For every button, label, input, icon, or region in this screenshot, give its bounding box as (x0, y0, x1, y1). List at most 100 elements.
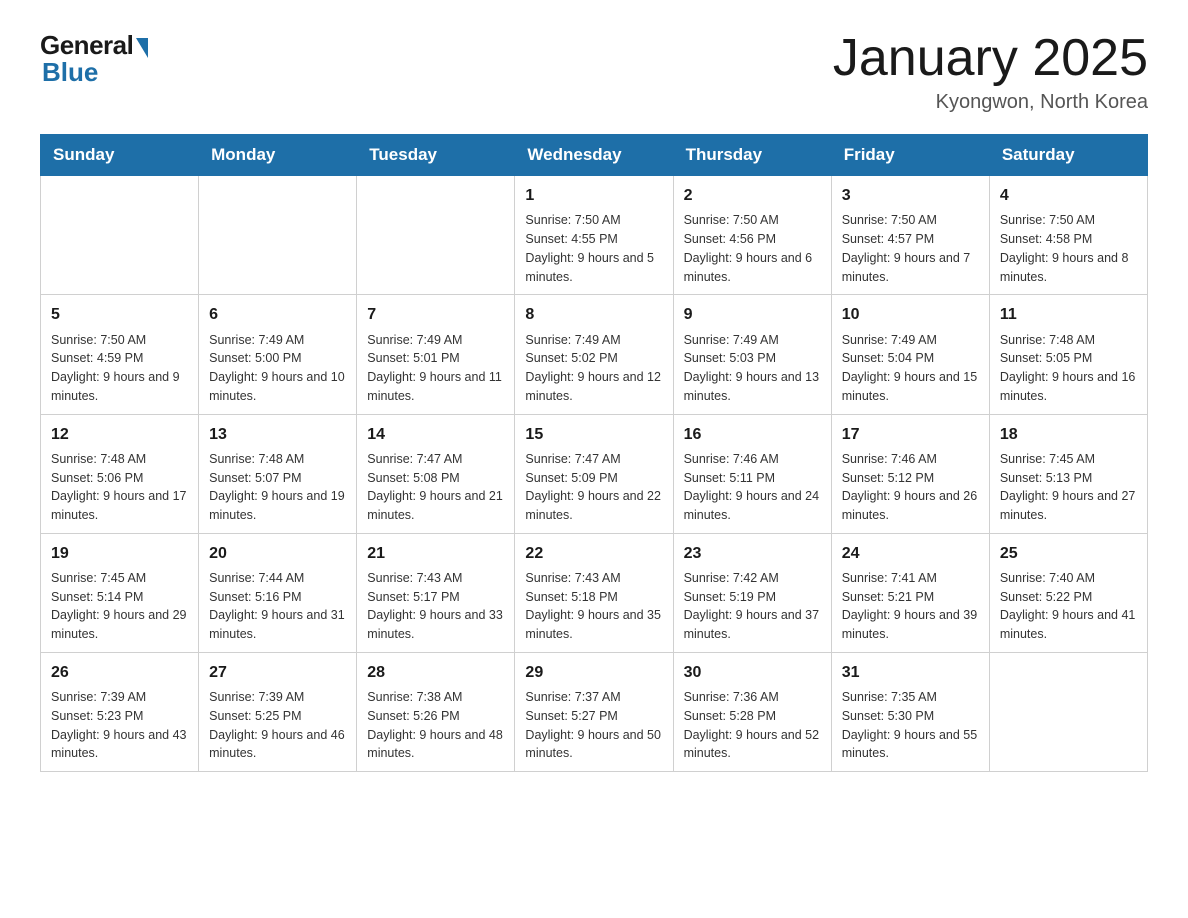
calendar-cell: 10 Sunrise: 7:49 AM Sunset: 5:04 PM Dayli… (831, 295, 989, 414)
logo: General Blue (40, 30, 148, 88)
calendar-cell (989, 652, 1147, 771)
logo-blue-text: Blue (42, 57, 98, 88)
day-info: Sunrise: 7:50 AM Sunset: 4:57 PM Dayligh… (842, 211, 979, 286)
day-info: Sunrise: 7:43 AM Sunset: 5:18 PM Dayligh… (525, 569, 662, 644)
calendar-cell (41, 176, 199, 295)
day-info: Sunrise: 7:47 AM Sunset: 5:09 PM Dayligh… (525, 450, 662, 525)
calendar-week-row: 26 Sunrise: 7:39 AM Sunset: 5:23 PM Dayli… (41, 652, 1148, 771)
calendar-week-row: 5Sunrise: 7:50 AM Sunset: 4:59 PM Daylig… (41, 295, 1148, 414)
calendar-header-row: SundayMondayTuesdayWednesdayThursdayFrid… (41, 135, 1148, 176)
calendar-header-wednesday: Wednesday (515, 135, 673, 176)
day-info: Sunrise: 7:50 AM Sunset: 4:55 PM Dayligh… (525, 211, 662, 286)
calendar-cell: 2 Sunrise: 7:50 AM Sunset: 4:56 PM Daylig… (673, 176, 831, 295)
page-header: General Blue January 2025 Kyongwon, Nort… (40, 30, 1148, 114)
day-number: 22 (525, 542, 662, 565)
day-info: Sunrise: 7:35 AM Sunset: 5:30 PM Dayligh… (842, 688, 979, 763)
day-info: Sunrise: 7:47 AM Sunset: 5:08 PM Dayligh… (367, 450, 504, 525)
day-info: Sunrise: 7:46 AM Sunset: 5:12 PM Dayligh… (842, 450, 979, 525)
calendar-header-thursday: Thursday (673, 135, 831, 176)
day-info: Sunrise: 7:49 AM Sunset: 5:04 PM Dayligh… (842, 331, 979, 406)
calendar-cell: 16 Sunrise: 7:46 AM Sunset: 5:11 PM Dayli… (673, 414, 831, 533)
calendar-header-sunday: Sunday (41, 135, 199, 176)
calendar-cell: 13 Sunrise: 7:48 AM Sunset: 5:07 PM Dayli… (199, 414, 357, 533)
day-info: Sunrise: 7:37 AM Sunset: 5:27 PM Dayligh… (525, 688, 662, 763)
day-number: 13 (209, 423, 346, 446)
day-info: Sunrise: 7:50 AM Sunset: 4:56 PM Dayligh… (684, 211, 821, 286)
day-number: 18 (1000, 423, 1137, 446)
day-info: Sunrise: 7:49 AM Sunset: 5:03 PM Dayligh… (684, 331, 821, 406)
location: Kyongwon, North Korea (833, 91, 1148, 114)
day-number: 21 (367, 542, 504, 565)
day-number: 2 (684, 184, 821, 207)
calendar-header-saturday: Saturday (989, 135, 1147, 176)
day-info: Sunrise: 7:40 AM Sunset: 5:22 PM Dayligh… (1000, 569, 1137, 644)
calendar-cell: 18 Sunrise: 7:45 AM Sunset: 5:13 PM Dayli… (989, 414, 1147, 533)
calendar-cell: 27 Sunrise: 7:39 AM Sunset: 5:25 PM Dayli… (199, 652, 357, 771)
day-info: Sunrise: 7:45 AM Sunset: 5:13 PM Dayligh… (1000, 450, 1137, 525)
month-title: January 2025 (833, 30, 1148, 87)
day-info: Sunrise: 7:44 AM Sunset: 5:16 PM Dayligh… (209, 569, 346, 644)
day-number: 29 (525, 661, 662, 684)
day-number: 23 (684, 542, 821, 565)
day-number: 24 (842, 542, 979, 565)
day-number: 15 (525, 423, 662, 446)
calendar-cell: 9Sunrise: 7:49 AM Sunset: 5:03 PM Daylig… (673, 295, 831, 414)
day-number: 30 (684, 661, 821, 684)
calendar-cell: 3 Sunrise: 7:50 AM Sunset: 4:57 PM Daylig… (831, 176, 989, 295)
day-number: 19 (51, 542, 188, 565)
calendar-cell: 12Sunrise: 7:48 AM Sunset: 5:06 PM Dayli… (41, 414, 199, 533)
day-info: Sunrise: 7:48 AM Sunset: 5:07 PM Dayligh… (209, 450, 346, 525)
calendar-cell: 14Sunrise: 7:47 AM Sunset: 5:08 PM Dayli… (357, 414, 515, 533)
calendar-cell: 17Sunrise: 7:46 AM Sunset: 5:12 PM Dayli… (831, 414, 989, 533)
day-number: 5 (51, 303, 188, 326)
calendar-cell: 6Sunrise: 7:49 AM Sunset: 5:00 PM Daylig… (199, 295, 357, 414)
calendar-cell: 11Sunrise: 7:48 AM Sunset: 5:05 PM Dayli… (989, 295, 1147, 414)
calendar-cell: 15 Sunrise: 7:47 AM Sunset: 5:09 PM Dayli… (515, 414, 673, 533)
day-info: Sunrise: 7:50 AM Sunset: 4:58 PM Dayligh… (1000, 211, 1137, 286)
day-number: 8 (525, 303, 662, 326)
calendar-cell: 29 Sunrise: 7:37 AM Sunset: 5:27 PM Dayli… (515, 652, 673, 771)
day-info: Sunrise: 7:39 AM Sunset: 5:23 PM Dayligh… (51, 688, 188, 763)
day-number: 27 (209, 661, 346, 684)
calendar-cell: 8 Sunrise: 7:49 AM Sunset: 5:02 PM Daylig… (515, 295, 673, 414)
day-number: 3 (842, 184, 979, 207)
day-info: Sunrise: 7:49 AM Sunset: 5:00 PM Dayligh… (209, 331, 346, 406)
calendar-header-monday: Monday (199, 135, 357, 176)
day-info: Sunrise: 7:48 AM Sunset: 5:06 PM Dayligh… (51, 450, 188, 525)
calendar-cell: 25 Sunrise: 7:40 AM Sunset: 5:22 PM Dayli… (989, 533, 1147, 652)
day-number: 7 (367, 303, 504, 326)
calendar-cell: 21 Sunrise: 7:43 AM Sunset: 5:17 PM Dayli… (357, 533, 515, 652)
day-number: 16 (684, 423, 821, 446)
calendar-week-row: 1 Sunrise: 7:50 AM Sunset: 4:55 PM Daylig… (41, 176, 1148, 295)
calendar-week-row: 19 Sunrise: 7:45 AM Sunset: 5:14 PM Dayli… (41, 533, 1148, 652)
logo-arrow-icon (136, 38, 148, 58)
day-info: Sunrise: 7:45 AM Sunset: 5:14 PM Dayligh… (51, 569, 188, 644)
calendar-cell: 23Sunrise: 7:42 AM Sunset: 5:19 PM Dayli… (673, 533, 831, 652)
calendar-cell: 24Sunrise: 7:41 AM Sunset: 5:21 PM Dayli… (831, 533, 989, 652)
calendar-cell: 30 Sunrise: 7:36 AM Sunset: 5:28 PM Dayli… (673, 652, 831, 771)
calendar-cell: 31Sunrise: 7:35 AM Sunset: 5:30 PM Dayli… (831, 652, 989, 771)
day-info: Sunrise: 7:38 AM Sunset: 5:26 PM Dayligh… (367, 688, 504, 763)
day-number: 1 (525, 184, 662, 207)
calendar-cell: 5Sunrise: 7:50 AM Sunset: 4:59 PM Daylig… (41, 295, 199, 414)
day-info: Sunrise: 7:48 AM Sunset: 5:05 PM Dayligh… (1000, 331, 1137, 406)
day-info: Sunrise: 7:49 AM Sunset: 5:02 PM Dayligh… (525, 331, 662, 406)
day-info: Sunrise: 7:39 AM Sunset: 5:25 PM Dayligh… (209, 688, 346, 763)
title-block: January 2025 Kyongwon, North Korea (833, 30, 1148, 114)
day-number: 4 (1000, 184, 1137, 207)
day-info: Sunrise: 7:43 AM Sunset: 5:17 PM Dayligh… (367, 569, 504, 644)
day-number: 26 (51, 661, 188, 684)
calendar-cell: 26 Sunrise: 7:39 AM Sunset: 5:23 PM Dayli… (41, 652, 199, 771)
calendar-header-tuesday: Tuesday (357, 135, 515, 176)
day-info: Sunrise: 7:46 AM Sunset: 5:11 PM Dayligh… (684, 450, 821, 525)
day-number: 28 (367, 661, 504, 684)
day-info: Sunrise: 7:36 AM Sunset: 5:28 PM Dayligh… (684, 688, 821, 763)
calendar-cell (357, 176, 515, 295)
calendar-week-row: 12Sunrise: 7:48 AM Sunset: 5:06 PM Dayli… (41, 414, 1148, 533)
calendar-table: SundayMondayTuesdayWednesdayThursdayFrid… (40, 134, 1148, 772)
day-number: 10 (842, 303, 979, 326)
calendar-cell (199, 176, 357, 295)
day-number: 25 (1000, 542, 1137, 565)
calendar-header-friday: Friday (831, 135, 989, 176)
day-info: Sunrise: 7:49 AM Sunset: 5:01 PM Dayligh… (367, 331, 504, 406)
